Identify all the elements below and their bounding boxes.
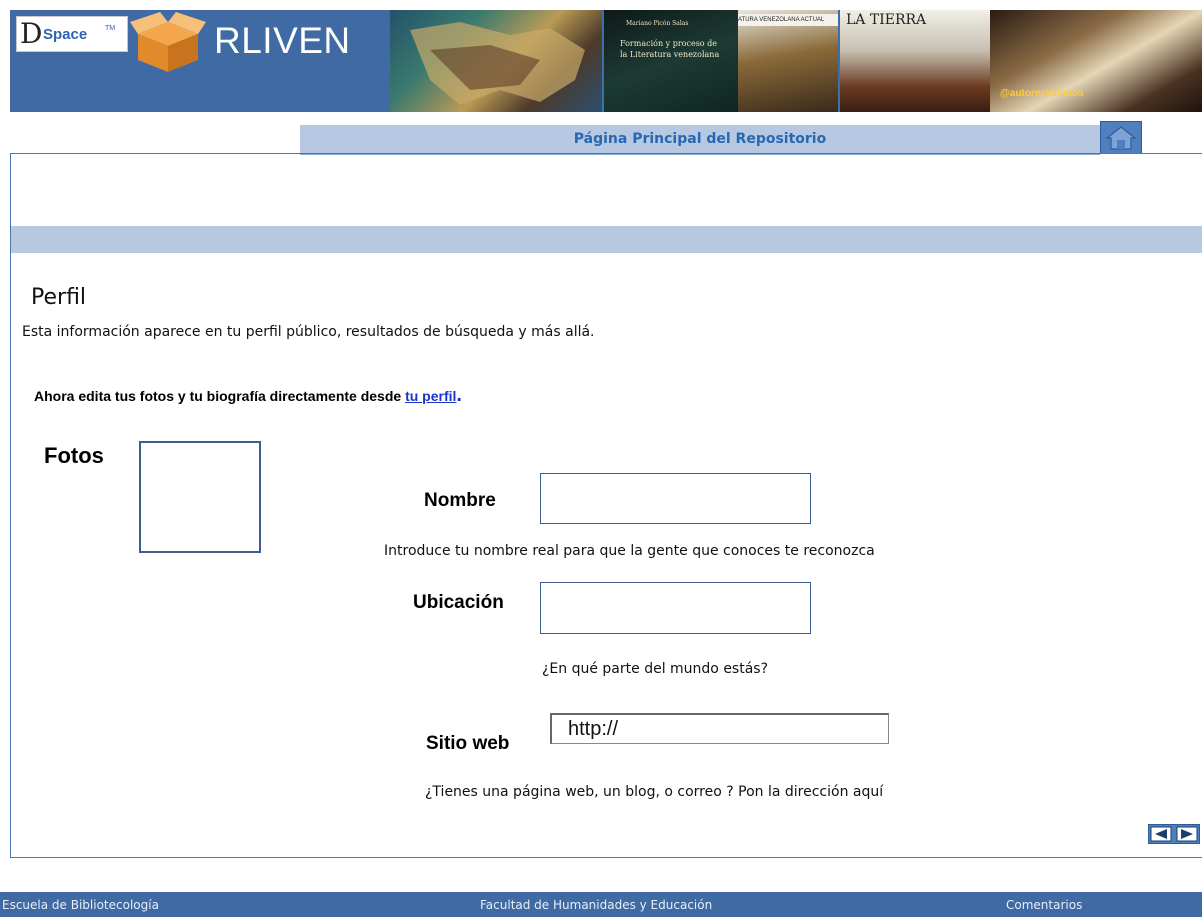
section-divider [11,226,1202,253]
name-label: Nombre [424,490,496,511]
photos-label: Fotos [44,443,104,468]
header-banner: D Space TM RLIVEN Mariano Picón Salas Fo… [10,10,1202,112]
pager-button[interactable] [1148,824,1200,844]
footer-link-faculty[interactable]: Facultad de Humanidades y Educación [480,898,712,912]
main-nav-bar: Página Principal del Repositorio [300,125,1100,155]
book-title: Formación y proceso de la Literatura ven… [620,39,720,59]
website-label: Sitio web [426,733,510,754]
repository-home-link[interactable]: Página Principal del Repositorio [300,125,1100,153]
banner-photo-novel: LA TIERRA [840,10,990,112]
novel-title: LA TIERRA [846,12,927,28]
edit-notice: Ahora edita tus fotos y tu biografía dir… [34,384,462,407]
dspace-trademark: TM [105,25,116,32]
shelf-caption: ATURA VENEZOLANA ACTUAL [738,14,838,26]
venezuela-map-icon [410,22,585,105]
website-input[interactable] [550,713,889,744]
home-button[interactable] [1100,121,1142,154]
dspace-logo[interactable]: D Space TM [16,16,128,52]
notice-period: . [456,384,462,406]
location-label: Ubicación [413,592,504,613]
profile-link[interactable]: tu perfil [405,388,456,404]
banner-photo-shelf: ATURA VENEZOLANA ACTUAL [738,10,838,112]
site-name: RLIVEN [214,20,351,61]
dspace-logo-d: D [20,17,43,50]
location-input[interactable] [540,582,811,634]
name-input[interactable] [540,473,811,524]
book-author: Mariano Picón Salas [626,20,689,27]
prev-next-icon [1150,826,1198,842]
profile-description: Esta información aparece en tu perfil pú… [22,324,595,340]
edit-notice-text: Ahora edita tus fotos y tu biografía dir… [34,388,406,404]
website-hint: ¿Tienes una página web, un blog, o corre… [425,784,884,800]
footer-link-school[interactable]: Escuela de Bibliotecología [2,898,159,912]
page-title: Perfil [31,285,87,310]
photo-upload-box[interactable] [139,441,261,553]
twitter-handle: @autoresVzlanos [1000,88,1084,99]
logo-block[interactable]: D Space TM RLIVEN [10,10,390,112]
location-hint: ¿En qué parte del mundo estás? [542,661,769,677]
banner-photo-book: Mariano Picón Salas Formación y proceso … [604,10,738,112]
name-hint: Introduce tu nombre real para que la gen… [384,543,875,559]
banner-photo-map [390,10,602,112]
footer-link-comments[interactable]: Comentarios [1006,898,1082,912]
dspace-logo-text: Space [43,26,88,43]
banner-photo-desk: @autoresVzlanos [990,10,1202,112]
box-icon [130,12,206,72]
home-icon [1105,126,1137,150]
